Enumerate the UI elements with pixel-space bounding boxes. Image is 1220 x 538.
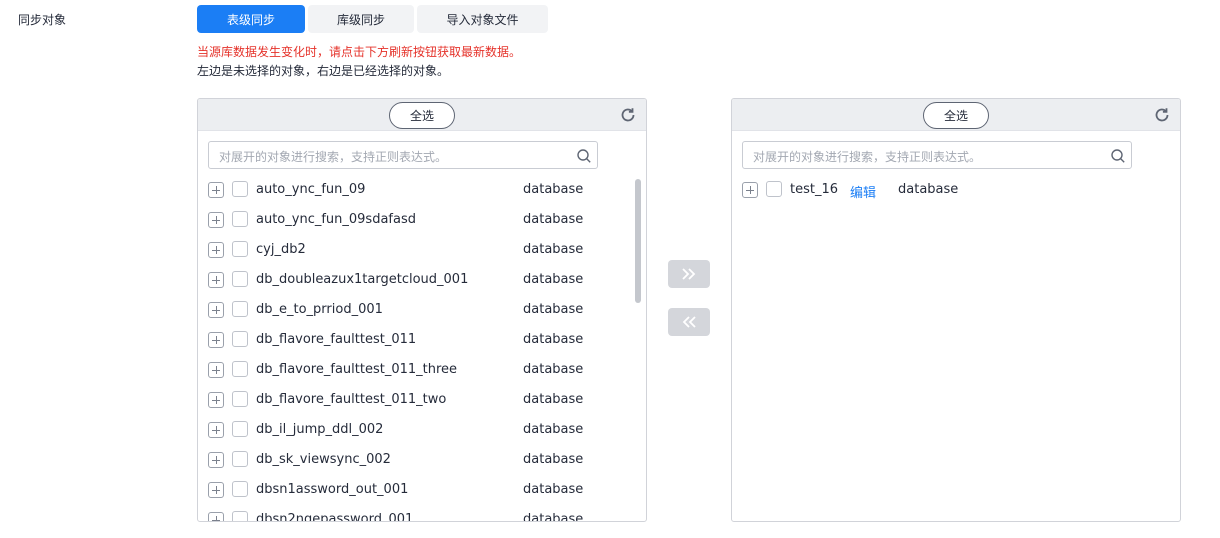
list-item: db_flavore_faulttest_011 database: [198, 325, 628, 355]
selection-hint: 左边是未选择的对象，右边是已经选择的对象。: [197, 64, 450, 78]
object-name: db_doubleazux1targetcloud_001: [256, 272, 469, 287]
object-type: database: [898, 182, 959, 197]
tab-import-object-file[interactable]: 导入对象文件: [417, 5, 548, 33]
field-label-sync-objects: 同步对象: [18, 13, 67, 27]
object-name: db_flavore_faulttest_011_three: [256, 362, 458, 377]
expand-icon[interactable]: [208, 452, 224, 468]
item-checkbox[interactable]: [232, 181, 248, 197]
expand-icon[interactable]: [208, 332, 224, 348]
object-name: auto_ync_fun_09: [256, 182, 366, 197]
search-input[interactable]: 对展开的对象进行搜索，支持正则表达式。: [742, 141, 1132, 169]
expand-icon[interactable]: [208, 212, 224, 228]
object-type: database: [523, 392, 584, 407]
search-input[interactable]: 对展开的对象进行搜索，支持正则表达式。: [208, 141, 598, 169]
sync-mode-tabs: 表级同步 库级同步 导入对象文件: [197, 5, 548, 33]
object-list: auto_ync_fun_09 database auto_ync_fun_09…: [198, 175, 628, 522]
object-name: db_e_to_prriod_001: [256, 302, 383, 317]
select-all-button[interactable]: 全选: [923, 102, 989, 129]
list-item: dbsn1assword_out_001 database: [198, 475, 628, 505]
object-name: cyj_db2: [256, 242, 306, 257]
object-name: db_flavore_faulttest_011_two: [256, 392, 447, 407]
item-checkbox[interactable]: [232, 331, 248, 347]
list-item: test_16 编辑 database: [732, 175, 1162, 205]
object-type: database: [523, 452, 584, 467]
item-checkbox[interactable]: [766, 181, 782, 197]
edit-link[interactable]: 编辑: [850, 182, 876, 201]
refresh-icon[interactable]: [1153, 106, 1171, 124]
tab-db-level-sync[interactable]: 库级同步: [308, 5, 414, 33]
object-name: db_il_jump_ddl_002: [256, 422, 384, 437]
item-checkbox[interactable]: [232, 421, 248, 437]
expand-icon[interactable]: [208, 182, 224, 198]
selected-objects-panel: 全选 对展开的对象进行搜索，支持正则表达式。 test_16 编辑 databa…: [731, 98, 1181, 522]
list-item: db_flavore_faulttest_011_three database: [198, 355, 628, 385]
item-checkbox[interactable]: [232, 451, 248, 467]
double-chevron-right-icon: [682, 268, 696, 280]
object-type: database: [523, 212, 584, 227]
object-name: test_16: [790, 182, 839, 197]
remove-selected-button[interactable]: [668, 308, 710, 336]
list-item: auto_ync_fun_09 database: [198, 175, 628, 205]
select-all-button[interactable]: 全选: [389, 102, 455, 129]
search-icon: [577, 149, 591, 163]
expand-icon[interactable]: [208, 392, 224, 408]
add-selected-button[interactable]: [668, 260, 710, 288]
list-item: cyj_db2 database: [198, 235, 628, 265]
expand-icon[interactable]: [208, 272, 224, 288]
object-type: database: [523, 512, 584, 522]
object-name: db_flavore_faulttest_011: [256, 332, 417, 347]
expand-icon[interactable]: [208, 302, 224, 318]
panel-header: 全选: [732, 99, 1180, 131]
double-chevron-left-icon: [682, 316, 696, 328]
list-item: db_il_jump_ddl_002 database: [198, 415, 628, 445]
object-type: database: [523, 362, 584, 377]
search-placeholder: 对展开的对象进行搜索，支持正则表达式。: [753, 150, 982, 164]
item-checkbox[interactable]: [232, 211, 248, 227]
object-type: database: [523, 242, 584, 257]
refresh-hint: 当源库数据发生变化时，请点击下方刷新按钮获取最新数据。: [197, 45, 522, 59]
list-item: auto_ync_fun_09sdafasd database: [198, 205, 628, 235]
list-item: db_flavore_faulttest_011_two database: [198, 385, 628, 415]
object-type: database: [523, 302, 584, 317]
expand-icon[interactable]: [208, 482, 224, 498]
object-type: database: [523, 422, 584, 437]
object-type: database: [523, 332, 584, 347]
list-item: dbsn2ngepassword_001 database: [198, 505, 628, 522]
object-type: database: [523, 482, 584, 497]
selected-object-list: test_16 编辑 database: [732, 175, 1162, 205]
tab-table-level-sync[interactable]: 表级同步: [197, 5, 305, 33]
item-checkbox[interactable]: [232, 241, 248, 257]
list-scrollbar[interactable]: [635, 179, 641, 303]
item-checkbox[interactable]: [232, 481, 248, 497]
item-checkbox[interactable]: [232, 511, 248, 521]
object-name: db_sk_viewsync_002: [256, 452, 391, 467]
object-type: database: [523, 272, 584, 287]
expand-icon[interactable]: [208, 362, 224, 378]
item-checkbox[interactable]: [232, 361, 248, 377]
refresh-icon[interactable]: [619, 106, 637, 124]
search-placeholder: 对展开的对象进行搜索，支持正则表达式。: [219, 150, 448, 164]
object-type: database: [523, 182, 584, 197]
item-checkbox[interactable]: [232, 391, 248, 407]
expand-icon[interactable]: [208, 242, 224, 258]
expand-icon[interactable]: [742, 182, 758, 198]
list-item: db_doubleazux1targetcloud_001 database: [198, 265, 628, 295]
expand-icon[interactable]: [208, 512, 224, 521]
panel-header: 全选: [198, 99, 646, 131]
object-name: dbsn2ngepassword_001: [256, 512, 414, 522]
list-item: db_e_to_prriod_001 database: [198, 295, 628, 325]
object-name: dbsn1assword_out_001: [256, 482, 409, 497]
unselected-objects-panel: 全选 对展开的对象进行搜索，支持正则表达式。 auto_ync_fun_09 d…: [197, 98, 647, 522]
object-name: auto_ync_fun_09sdafasd: [256, 212, 416, 227]
expand-icon[interactable]: [208, 422, 224, 438]
item-checkbox[interactable]: [232, 301, 248, 317]
list-item: db_sk_viewsync_002 database: [198, 445, 628, 475]
item-checkbox[interactable]: [232, 271, 248, 287]
search-icon: [1111, 149, 1125, 163]
